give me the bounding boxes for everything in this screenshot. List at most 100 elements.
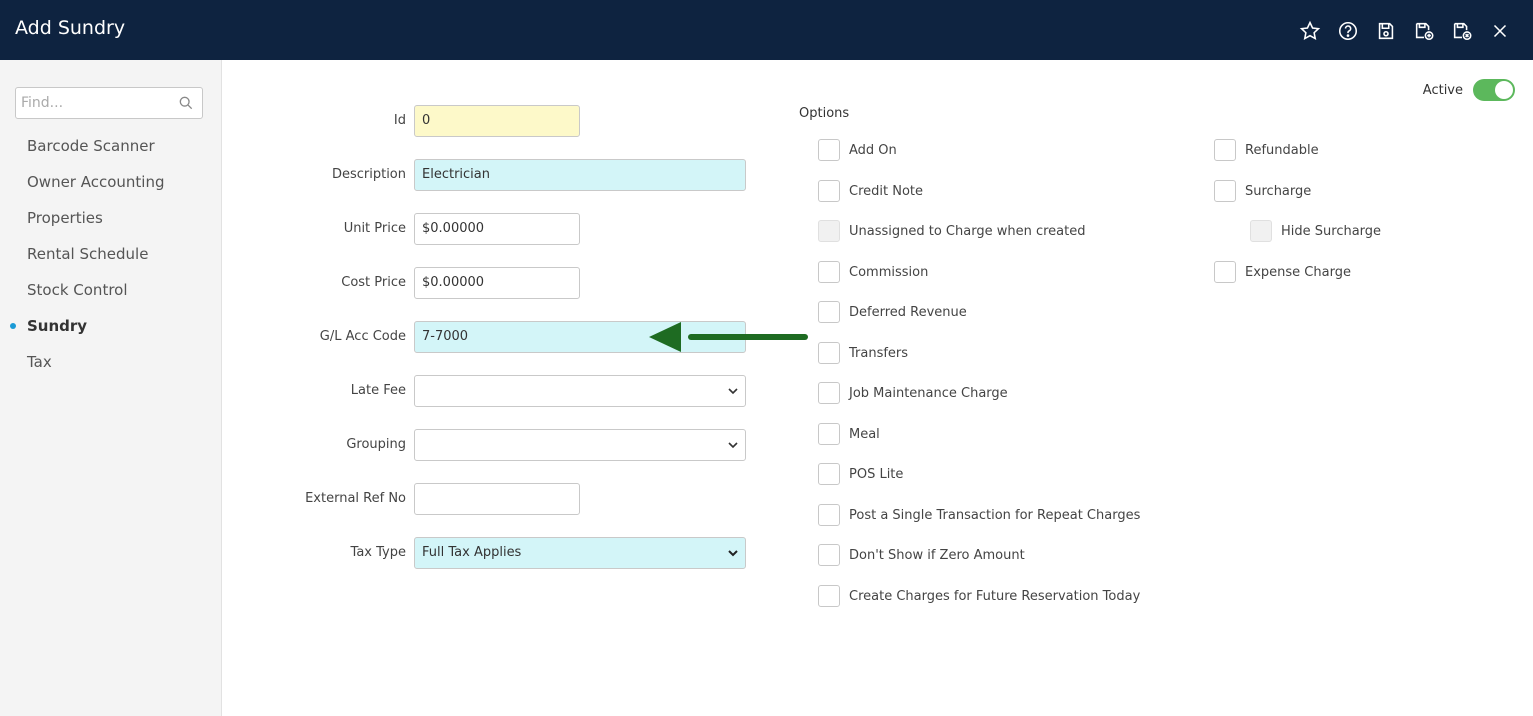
checkbox[interactable] <box>1214 139 1236 161</box>
sidebar-item-label: Rental Schedule <box>27 245 149 263</box>
chevron-down-icon <box>728 442 738 449</box>
annotation-arrow <box>649 322 808 352</box>
option-dont-show-if-zero[interactable]: Don't Show if Zero Amount <box>818 544 1025 566</box>
external-ref-no-label: External Ref No <box>305 491 406 506</box>
option-credit-note[interactable]: Credit Note <box>818 180 923 202</box>
id-label: Id <box>393 113 406 128</box>
checkbox[interactable] <box>818 220 840 242</box>
app-header: Add Sundry <box>0 0 1533 60</box>
save-icon[interactable] <box>1367 18 1405 44</box>
sidebar-item-stock-control[interactable]: Stock Control <box>0 279 222 315</box>
option-meal[interactable]: Meal <box>818 423 880 445</box>
option-add-on[interactable]: Add On <box>818 139 897 161</box>
checkbox[interactable] <box>818 423 840 445</box>
sidebar: Barcode Scanner Owner Accounting Propert… <box>0 60 222 716</box>
sidebar-item-tax[interactable]: Tax <box>0 351 222 387</box>
tax-type-select[interactable]: Full Tax Applies <box>414 537 746 569</box>
gl-acc-code-label: G/L Acc Code <box>319 329 406 344</box>
active-indicator-dot <box>10 323 16 329</box>
option-transfers[interactable]: Transfers <box>818 342 908 364</box>
sidebar-item-label: Tax <box>27 353 52 371</box>
active-label: Active <box>1422 82 1463 98</box>
find-input[interactable] <box>16 88 166 118</box>
checkbox[interactable] <box>818 180 840 202</box>
save-new-icon[interactable] <box>1405 18 1443 44</box>
option-label: Deferred Revenue <box>849 304 967 320</box>
sidebar-item-sundry[interactable]: Sundry <box>0 315 222 351</box>
sidebar-item-label: Barcode Scanner <box>27 137 155 155</box>
option-label: Unassigned to Charge when created <box>849 223 1086 239</box>
checkbox[interactable] <box>1250 220 1272 242</box>
unit-price-label: Unit Price <box>343 221 406 236</box>
external-ref-no-field[interactable] <box>414 483 580 515</box>
checkbox[interactable] <box>818 301 840 323</box>
option-refundable[interactable]: Refundable <box>1214 139 1319 161</box>
option-label: Refundable <box>1245 142 1319 158</box>
sidebar-item-owner-accounting[interactable]: Owner Accounting <box>0 171 222 207</box>
search-icon[interactable] <box>179 96 193 110</box>
option-deferred-revenue[interactable]: Deferred Revenue <box>818 301 967 323</box>
toggle-knob <box>1495 81 1513 99</box>
grouping-select[interactable] <box>414 429 746 461</box>
sidebar-item-label: Sundry <box>27 317 88 335</box>
option-label: Commission <box>849 264 929 280</box>
sidebar-item-label: Stock Control <box>27 281 128 299</box>
option-commission[interactable]: Commission <box>818 261 928 283</box>
save-close-icon[interactable] <box>1443 18 1481 44</box>
main-content: Active Id Description Unit Price Cost Pr… <box>222 60 1533 716</box>
sidebar-item-rental-schedule[interactable]: Rental Schedule <box>0 243 222 279</box>
option-hide-surcharge[interactable]: Hide Surcharge <box>1250 220 1381 242</box>
checkbox[interactable] <box>818 504 840 526</box>
grouping-label: Grouping <box>346 437 406 452</box>
checkbox[interactable] <box>818 342 840 364</box>
checkbox[interactable] <box>1214 180 1236 202</box>
checkbox[interactable] <box>818 382 840 404</box>
checkbox[interactable] <box>818 585 840 607</box>
sidebar-item-barcode-scanner[interactable]: Barcode Scanner <box>0 135 222 171</box>
checkbox[interactable] <box>818 139 840 161</box>
description-field[interactable]: Electrician <box>414 159 746 191</box>
page-title: Add Sundry <box>15 17 126 39</box>
cost-price-field[interactable]: $0.00000 <box>414 267 580 299</box>
star-icon[interactable] <box>1291 18 1329 44</box>
sidebar-item-properties[interactable]: Properties <box>0 207 222 243</box>
tax-type-value: Full Tax Applies <box>422 545 522 560</box>
option-label: Expense Charge <box>1245 264 1351 280</box>
option-label: POS Lite <box>849 466 904 482</box>
id-field[interactable]: 0 <box>414 105 580 137</box>
option-label: Meal <box>849 426 880 442</box>
active-toggle[interactable] <box>1473 79 1515 101</box>
option-label: Job Maintenance Charge <box>849 385 1008 401</box>
option-label: Don't Show if Zero Amount <box>849 547 1025 563</box>
checkbox[interactable] <box>818 463 840 485</box>
close-icon[interactable] <box>1481 18 1519 44</box>
description-label: Description <box>331 167 406 182</box>
cost-price-label: Cost Price <box>341 275 406 290</box>
option-label: Surcharge <box>1245 183 1312 199</box>
option-post-single-transaction[interactable]: Post a Single Transaction for Repeat Cha… <box>818 504 1140 526</box>
option-expense-charge[interactable]: Expense Charge <box>1214 261 1351 283</box>
option-surcharge[interactable]: Surcharge <box>1214 180 1311 202</box>
help-icon[interactable] <box>1329 18 1367 44</box>
option-create-charges-future[interactable]: Create Charges for Future Reservation To… <box>818 585 1140 607</box>
option-job-maintenance-charge[interactable]: Job Maintenance Charge <box>818 382 1008 404</box>
header-toolbar <box>1291 18 1519 44</box>
tax-type-label: Tax Type <box>350 545 406 560</box>
unit-price-field[interactable]: $0.00000 <box>414 213 580 245</box>
sidebar-nav: Barcode Scanner Owner Accounting Propert… <box>0 135 222 387</box>
sidebar-item-label: Properties <box>27 209 103 227</box>
option-label: Add On <box>849 142 897 158</box>
checkbox[interactable] <box>1214 261 1236 283</box>
option-unassigned-to-charge[interactable]: Unassigned to Charge when created <box>818 220 1085 242</box>
chevron-down-icon <box>728 550 738 557</box>
options-title: Options <box>799 106 850 121</box>
option-label: Post a Single Transaction for Repeat Cha… <box>849 507 1141 523</box>
find-box <box>15 87 203 119</box>
late-fee-label: Late Fee <box>350 383 406 398</box>
checkbox[interactable] <box>818 261 840 283</box>
late-fee-select[interactable] <box>414 375 746 407</box>
checkbox[interactable] <box>818 544 840 566</box>
option-label: Create Charges for Future Reservation To… <box>849 588 1141 604</box>
option-label: Transfers <box>849 345 909 361</box>
option-pos-lite[interactable]: POS Lite <box>818 463 903 485</box>
